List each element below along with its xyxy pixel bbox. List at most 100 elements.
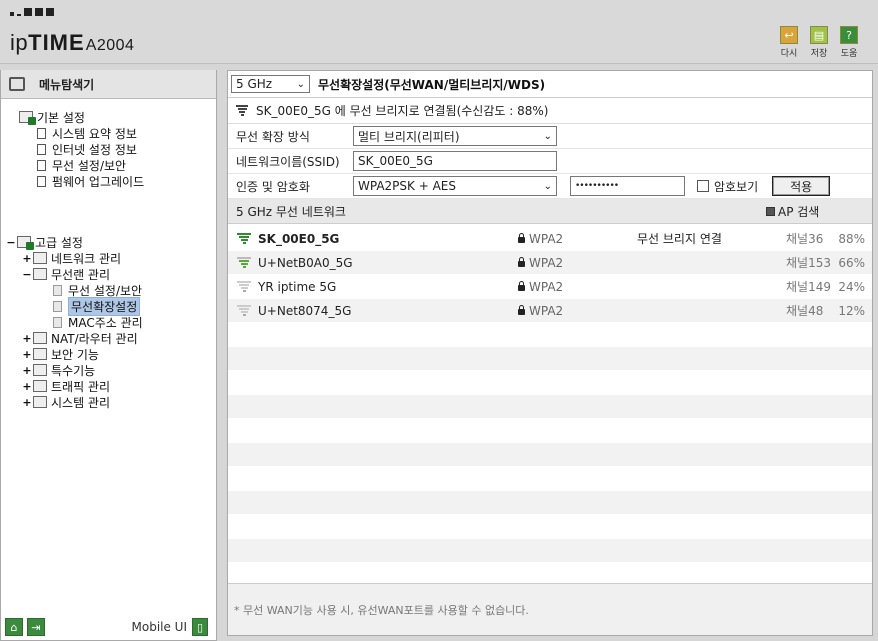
system-icon <box>33 396 47 408</box>
ap-search-button[interactable]: AP 검색 <box>766 203 819 220</box>
network-signal: 12% <box>838 303 865 318</box>
folder-icon <box>17 236 34 250</box>
collapse-toggle[interactable]: − <box>21 268 33 281</box>
expand-toggle[interactable]: + <box>21 252 33 265</box>
network-icon <box>33 252 47 264</box>
security-text: WPA2 <box>529 279 564 294</box>
expand-toggle[interactable]: + <box>21 380 33 393</box>
menu-wireless-extension[interactable]: 무선확장설정 <box>1 296 216 316</box>
signal-icon <box>237 233 251 245</box>
lock-icon <box>518 257 525 267</box>
band-select[interactable]: 5 GHz ⌄ <box>231 75 310 93</box>
network-list: SK_00E0_5G WPA2 무선 브리지 연결 채널36 88% U+Net… <box>228 224 872 587</box>
tree-advanced-settings[interactable]: − 고급 설정 <box>1 234 216 250</box>
title-bar: 5 GHz ⌄ 무선확장설정(무선WAN/멀티브리지/WDS) <box>228 71 872 98</box>
status-text: SK_00E0_5G 에 무선 브리지로 연결됨(수신감도 : 88%) <box>256 104 549 118</box>
save-button[interactable]: ▤ 저장 <box>808 26 830 59</box>
ssid-value: SK_00E0_5G <box>358 154 433 168</box>
collapse-toggle[interactable]: − <box>5 236 17 249</box>
tree-network-management[interactable]: + 네트워크 관리 <box>1 250 216 266</box>
lock-icon <box>518 281 525 291</box>
menu-mac-address[interactable]: MAC주소 관리 <box>1 314 216 330</box>
auth-select[interactable]: WPA2PSK + AES ⌄ <box>353 176 557 196</box>
network-security: WPA2 <box>518 232 563 246</box>
security-text: WPA2 <box>529 231 564 246</box>
network-security: WPA2 <box>518 280 563 294</box>
logo-mark <box>10 8 54 16</box>
menu-firmware-upgrade[interactable]: 펌웨어 업그레이드 <box>1 173 216 189</box>
chevron-down-icon: ⌄ <box>296 78 305 90</box>
chevron-down-icon: ⌄ <box>543 180 552 192</box>
ap-search-label: AP 검색 <box>778 204 820 219</box>
password-input[interactable]: •••••••••• <box>570 176 685 196</box>
main-panel: 5 GHz ⌄ 무선확장설정(무선WAN/멀티브리지/WDS) SK_00E0_… <box>227 70 873 636</box>
mode-select[interactable]: 멀티 브리지(리피터) ⌄ <box>353 126 557 146</box>
logo: ipTIMEA2004 <box>10 30 134 56</box>
upgrade-icon <box>37 175 46 187</box>
help-button[interactable]: ? 도움 <box>838 26 860 59</box>
undo-label: 다시 <box>780 49 798 59</box>
tree-security[interactable]: + 보안 기능 <box>1 346 216 362</box>
lock-icon <box>518 233 525 243</box>
network-row[interactable]: U+Net8074_5G WPA2 채널48 12% <box>228 299 872 323</box>
menu-system-summary[interactable]: 시스템 요약 정보 <box>1 125 216 141</box>
tree-system[interactable]: + 시스템 관리 <box>1 394 216 410</box>
home-icon[interactable]: ⌂ <box>5 618 23 636</box>
chevron-down-icon: ⌄ <box>543 130 552 142</box>
signal-icon <box>237 305 251 317</box>
menu-internet-info[interactable]: 인터넷 설정 정보 <box>1 141 216 157</box>
mobile-ui-link[interactable]: Mobile UI ▯ <box>132 618 213 636</box>
band-value: 5 GHz <box>236 77 273 91</box>
lock-icon <box>518 305 525 315</box>
expand-toggle[interactable]: + <box>21 348 33 361</box>
tree-special-functions[interactable]: + 특수기능 <box>1 362 216 378</box>
network-ssid: YR iptime 5G <box>258 279 337 294</box>
tree-wireless-management[interactable]: − 무선랜 관리 <box>1 266 216 282</box>
tree-basic-settings[interactable]: 기본 설정 <box>1 109 216 125</box>
router-icon <box>33 332 47 344</box>
menu-wireless-settings[interactable]: 무선 설정/보안 <box>1 157 216 173</box>
tree-label: 무선랜 관리 <box>51 267 111 282</box>
top-actions: ↩ 다시 ▤ 저장 ? 도움 <box>778 26 860 59</box>
network-security: WPA2 <box>518 256 563 270</box>
undo-button[interactable]: ↩ 다시 <box>778 26 800 59</box>
logo-text: ipTIME <box>10 30 85 55</box>
menu-label: MAC주소 관리 <box>68 315 143 330</box>
expand-toggle[interactable]: + <box>21 396 33 409</box>
sidebar-title: 메뉴탐색기 <box>39 77 95 92</box>
mode-row: 무선 확장 방식 멀티 브리지(리피터) ⌄ <box>228 124 872 149</box>
search-icon <box>9 77 25 91</box>
menu-tree: 기본 설정 시스템 요약 정보 인터넷 설정 정보 무선 설정/보안 펌웨어 업… <box>1 99 216 410</box>
tree-nat-router[interactable]: + NAT/라우터 관리 <box>1 330 216 346</box>
save-icon: ▤ <box>810 26 828 44</box>
show-password-checkbox[interactable] <box>697 180 709 192</box>
help-label: 도움 <box>840 49 858 59</box>
network-channel: 채널48 <box>786 304 824 318</box>
traffic-icon <box>33 380 47 392</box>
network-row[interactable]: U+NetB0A0_5G WPA2 채널153 66% <box>228 251 872 275</box>
network-signal: 88% <box>838 231 865 246</box>
tree-label: NAT/라우터 관리 <box>51 331 138 346</box>
tree-traffic[interactable]: + 트래픽 관리 <box>1 378 216 394</box>
folder-icon <box>19 111 36 125</box>
tree-label: 특수기능 <box>51 363 96 378</box>
page-icon <box>53 316 62 328</box>
network-row[interactable]: YR iptime 5G WPA2 채널149 24% <box>228 275 872 299</box>
network-row[interactable]: SK_00E0_5G WPA2 무선 브리지 연결 채널36 88% <box>228 227 872 251</box>
expand-toggle[interactable]: + <box>21 364 33 377</box>
networks-title: 5 GHz 무선 네트워크 <box>236 204 346 219</box>
network-signal: 24% <box>838 279 865 294</box>
logout-icon[interactable]: ⇥ <box>27 618 45 636</box>
globe-icon <box>37 143 46 155</box>
apply-button[interactable]: 적용 <box>772 176 831 196</box>
network-ssid: SK_00E0_5G <box>258 231 340 246</box>
ssid-input[interactable]: SK_00E0_5G <box>353 151 557 171</box>
security-text: WPA2 <box>529 255 564 270</box>
network-channel: 채널36 <box>786 232 824 246</box>
expand-toggle[interactable]: + <box>21 332 33 345</box>
empty-rows <box>228 323 872 587</box>
special-icon <box>33 364 47 376</box>
signal-icon <box>237 281 251 293</box>
network-status: 무선 브리지 연결 <box>637 232 722 246</box>
tree-label: 보안 기능 <box>51 347 99 362</box>
